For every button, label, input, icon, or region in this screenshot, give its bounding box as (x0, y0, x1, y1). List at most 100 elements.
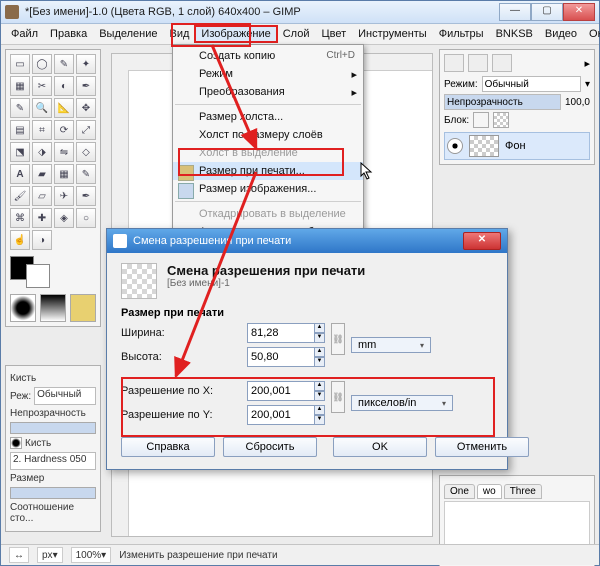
tool-dodge[interactable]: ◑ (32, 230, 52, 250)
menu-fit-canvas[interactable]: Холст по размеру слоёв (173, 126, 363, 144)
menu-mode[interactable]: Режим▸ (173, 65, 363, 83)
tool-paintbrush[interactable]: 🖌 (10, 186, 30, 206)
tool-measure[interactable]: 📐 (54, 98, 74, 118)
tool-blur[interactable]: ○ (76, 208, 96, 228)
tool-rect-select[interactable]: ▭ (10, 54, 30, 74)
size-slider[interactable] (10, 487, 96, 499)
paths-tab-icon[interactable] (492, 54, 512, 72)
tool-shear[interactable]: ⬔ (10, 142, 30, 162)
tab-three[interactable]: Three (504, 484, 542, 499)
tool-crop[interactable]: ⌗ (32, 120, 52, 140)
ok-button[interactable]: OK (333, 437, 427, 457)
eye-icon[interactable] (447, 138, 463, 154)
tool-perspective[interactable]: ⬗ (32, 142, 52, 162)
tool-pencil[interactable]: ✎ (76, 164, 96, 184)
scale-icon (178, 183, 194, 199)
tool-move[interactable]: ✥ (76, 98, 96, 118)
tool-scale[interactable]: ⤢ (76, 120, 96, 140)
menu-print-size[interactable]: Размер при печати... (173, 162, 363, 180)
layer-row[interactable]: Фон (444, 132, 590, 160)
dialog-close-button[interactable]: ✕ (463, 232, 501, 250)
brush-preview[interactable] (10, 294, 36, 322)
tool-flip[interactable]: ⇋ (54, 142, 74, 162)
size-unit-select[interactable]: mm▾ (351, 337, 431, 353)
layers-tab-icon[interactable] (444, 54, 464, 72)
tool-cage[interactable]: ◇ (76, 142, 96, 162)
chain-res-icon[interactable]: ⛓ (331, 381, 345, 413)
lock-alpha-toggle[interactable] (493, 112, 509, 128)
pattern-preview[interactable] (70, 294, 96, 322)
tool-free-select[interactable]: ✎ (54, 54, 74, 74)
maximize-button[interactable]: ▢ (531, 3, 563, 21)
lock-pixels-toggle[interactable] (473, 112, 489, 128)
menu-windows[interactable]: Окна (583, 26, 600, 42)
bg-color-swatch[interactable] (26, 264, 50, 288)
opacity-slider[interactable] (10, 422, 96, 434)
tool-bucket[interactable]: ▰ (32, 164, 52, 184)
tool-fuzzy-select[interactable]: ✦ (76, 54, 96, 74)
layer-mode-select[interactable]: Обычный (482, 76, 581, 92)
menu-duplicate[interactable]: Создать копиюCtrl+D (173, 47, 363, 65)
unit-select[interactable]: px ▾ (37, 547, 63, 563)
print-size-icon (178, 165, 194, 181)
layer-name[interactable]: Фон (505, 140, 526, 152)
tool-picker[interactable]: ✎ (10, 98, 30, 118)
close-button[interactable]: ✕ (563, 3, 595, 21)
resx-input[interactable]: ▲▼ (247, 381, 325, 401)
menu-bnksb[interactable]: BNKSB (490, 26, 539, 42)
tool-rotate[interactable]: ⟳ (54, 120, 74, 140)
window-title: *[Без имени]-1.0 (Цвета RGB, 1 слой) 640… (25, 6, 301, 18)
brush-name-field[interactable]: 2. Hardness 050 (10, 452, 96, 470)
tool-text[interactable]: A (10, 164, 30, 184)
tool-blend[interactable]: ▦ (54, 164, 74, 184)
reset-button[interactable]: Сбросить (223, 437, 317, 457)
tab-one[interactable]: One (444, 484, 475, 499)
tool-eraser[interactable]: ▱ (32, 186, 52, 206)
color-swatches[interactable] (10, 256, 96, 288)
menu-transform[interactable]: Преобразования▸ (173, 83, 363, 101)
menu-edit[interactable]: Правка (44, 26, 93, 42)
menu-image[interactable]: Изображение (195, 26, 276, 42)
spin-up-icon: ▲ (315, 323, 325, 333)
tool-smudge[interactable]: ☝ (10, 230, 30, 250)
channels-tab-icon[interactable] (468, 54, 488, 72)
width-input[interactable]: ▲▼ (247, 323, 325, 343)
menu-color[interactable]: Цвет (315, 26, 352, 42)
menu-select[interactable]: Выделение (93, 26, 163, 42)
help-button[interactable]: Справка (121, 437, 215, 457)
tool-perspective-clone[interactable]: ◈ (54, 208, 74, 228)
tool-airbrush[interactable]: ✈ (54, 186, 74, 206)
zoom-select[interactable]: 100% ▾ (71, 547, 112, 563)
resy-input[interactable]: ▲▼ (247, 405, 325, 425)
menu-filters[interactable]: Фильтры (433, 26, 490, 42)
tool-ellipse-select[interactable]: ◯ (32, 54, 52, 74)
tool-zoom[interactable]: 🔍 (32, 98, 52, 118)
menu-view[interactable]: Вид (164, 26, 196, 42)
tool-by-color[interactable]: ▦ (10, 76, 30, 96)
nav-arrow-icon[interactable]: ↔ (9, 547, 29, 563)
tool-align[interactable]: ▤ (10, 120, 30, 140)
panel-menu-icon[interactable]: ▸ (584, 57, 590, 70)
cancel-button[interactable]: Отменить (435, 437, 529, 457)
tab-two[interactable]: wo (477, 484, 502, 499)
tool-heal[interactable]: ✚ (32, 208, 52, 228)
menu-video[interactable]: Видео (539, 26, 583, 42)
menu-file[interactable]: Файл (5, 26, 44, 42)
layers-panel: ▸ Режим:Обычный▾ Непрозрачность100,0 Бло… (439, 49, 595, 165)
layer-opacity-slider[interactable]: Непрозрачность (444, 94, 561, 110)
tool-paths[interactable]: ✒ (76, 76, 96, 96)
tool-foreground[interactable]: ◐ (54, 76, 74, 96)
chain-size-icon[interactable]: ⛓ (331, 323, 345, 355)
tool-scissors[interactable]: ✂ (32, 76, 52, 96)
mode-select[interactable]: Обычный (34, 387, 96, 405)
menu-layer[interactable]: Слой (277, 26, 316, 42)
menu-canvas-size[interactable]: Размер холста... (173, 108, 363, 126)
height-input[interactable]: ▲▼ (247, 347, 325, 367)
minimize-button[interactable]: — (499, 3, 531, 21)
res-unit-select[interactable]: пикселов/in▾ (351, 395, 453, 411)
tool-clone[interactable]: ⌘ (10, 208, 30, 228)
menu-scale-image[interactable]: Размер изображения... (173, 180, 363, 198)
menu-tools[interactable]: Инструменты (352, 26, 433, 42)
gradient-preview[interactable] (40, 294, 66, 322)
tool-ink[interactable]: ✒ (76, 186, 96, 206)
